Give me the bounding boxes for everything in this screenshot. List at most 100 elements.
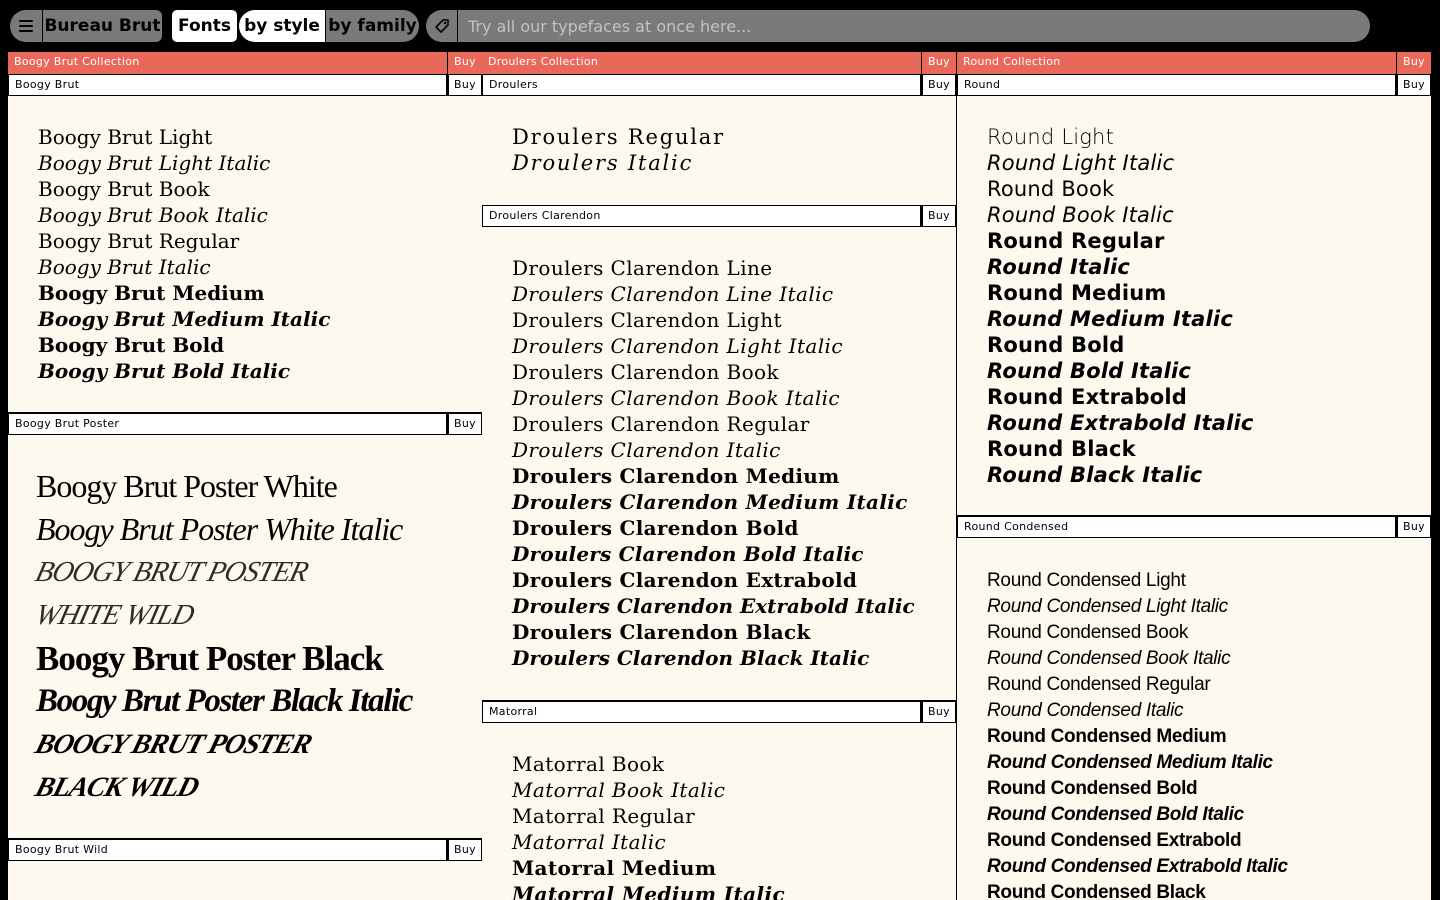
style-specimen[interactable]: Boogy Brut Regular	[38, 228, 482, 254]
brand-link[interactable]: Bureau Brut	[43, 10, 162, 42]
style-specimen[interactable]: Droulers Clarendon Black	[512, 619, 956, 645]
style-specimen[interactable]: Matorral Italic	[512, 829, 956, 855]
family-name[interactable]: Boogy Brut Wild	[8, 839, 447, 861]
style-specimen[interactable]: Round Medium	[987, 280, 1431, 306]
style-specimen[interactable]: Round Condensed Book Italic	[987, 646, 1431, 672]
style-specimen[interactable]: Boogy Brut Bold	[38, 332, 482, 358]
style-specimen[interactable]: Round Condensed Extrabold Italic	[987, 854, 1431, 880]
style-specimen[interactable]: Droulers Clarendon Book Italic	[512, 385, 956, 411]
style-specimen[interactable]: Matorral Regular	[512, 803, 956, 829]
style-specimen[interactable]: Boogy Brut Book	[38, 176, 482, 202]
style-specimen[interactable]: Droulers Clarendon Medium	[512, 463, 956, 489]
style-specimen[interactable]: Round Book	[987, 176, 1431, 202]
style-specimen[interactable]: Droulers Regular	[512, 124, 956, 150]
buy-collection-button[interactable]: Buy	[1397, 52, 1431, 74]
style-specimen[interactable]: Boogy Brut Poster Black	[36, 637, 482, 680]
style-specimen[interactable]: Boogy Brut Italic	[38, 254, 482, 280]
style-specimen[interactable]: Round Extrabold	[987, 384, 1431, 410]
style-specimen[interactable]: Droulers Clarendon Bold Italic	[512, 541, 956, 567]
buy-family-button[interactable]: Buy	[448, 839, 482, 861]
hamburger-icon	[19, 20, 33, 32]
style-specimen[interactable]: Droulers Clarendon Light Italic	[512, 333, 956, 359]
style-specimen[interactable]: Boogy Brut Light	[38, 124, 482, 150]
style-specimen[interactable]: Droulers Italic	[512, 150, 956, 176]
by-family-toggle[interactable]: by family	[326, 10, 419, 42]
style-specimen[interactable]: Round Bold Italic	[987, 358, 1431, 384]
style-specimen[interactable]: Boogy Brut Medium Italic	[38, 306, 482, 332]
style-specimen[interactable]: Round Book Italic	[987, 202, 1431, 228]
style-specimen[interactable]: Droulers Clarendon Regular	[512, 411, 956, 437]
style-specimen[interactable]: Droulers Clarendon Light	[512, 307, 956, 333]
style-specimen[interactable]: Round Black Italic	[987, 462, 1431, 488]
style-specimen[interactable]: Round Condensed Light Italic	[987, 594, 1431, 620]
style-specimen[interactable]: Round Condensed Book	[987, 620, 1431, 646]
style-specimen[interactable]: Droulers Clarendon Italic	[512, 437, 956, 463]
style-specimen[interactable]: Droulers Clarendon Extrabold Italic	[512, 593, 956, 619]
fonts-button[interactable]: Fonts	[172, 10, 237, 42]
collection-name[interactable]: Round Collection	[957, 52, 1396, 74]
style-specimen[interactable]: Round Condensed Bold	[987, 776, 1431, 802]
family-name[interactable]: Matorral	[482, 701, 921, 723]
style-specimen[interactable]: Round Light Italic	[987, 150, 1431, 176]
menu-button[interactable]	[10, 10, 42, 42]
style-specimen[interactable]: Droulers Clarendon Extrabold	[512, 567, 956, 593]
style-specimen[interactable]: Boogy Brut Medium	[38, 280, 482, 306]
style-specimen[interactable]: Round Condensed Medium	[987, 724, 1431, 750]
style-specimen[interactable]: Round Light	[987, 124, 1431, 150]
style-specimen[interactable]: Round Condensed Medium Italic	[987, 750, 1431, 776]
style-specimen[interactable]: BOOGY BRUT POSTER	[31, 551, 313, 594]
collection-name[interactable]: Boogy Brut Collection	[8, 52, 447, 74]
family-name[interactable]: Droulers Clarendon	[482, 205, 921, 227]
style-specimen[interactable]: Round Extrabold Italic	[987, 410, 1431, 436]
buy-collection-button[interactable]: Buy	[922, 52, 956, 74]
style-specimen[interactable]: Droulers Clarendon Black Italic	[512, 645, 956, 671]
column-droulers: Droulers Collection Buy Droulers Buy Dro…	[482, 52, 956, 900]
style-specimen[interactable]: Droulers Clarendon Line	[512, 255, 956, 281]
style-specimen[interactable]: Round Condensed Light	[987, 568, 1431, 594]
style-specimen[interactable]: Round Condensed Regular	[987, 672, 1431, 698]
style-specimen[interactable]: Boogy Brut Light Italic	[38, 150, 482, 176]
family-name[interactable]: Round	[957, 74, 1396, 96]
style-specimen[interactable]: Round Italic	[987, 254, 1431, 280]
family-name[interactable]: Boogy Brut	[8, 74, 447, 96]
style-specimen[interactable]: Round Condensed Bold Italic	[987, 802, 1431, 828]
family-name[interactable]: Droulers	[482, 74, 921, 96]
style-specimen[interactable]: Matorral Medium	[512, 855, 956, 881]
buy-family-button[interactable]: Buy	[922, 205, 956, 227]
style-specimen[interactable]: BOOGY BRUT POSTER	[30, 723, 317, 766]
buy-family-button[interactable]: Buy	[1397, 74, 1431, 96]
buy-family-button[interactable]: Buy	[922, 74, 956, 96]
style-specimen[interactable]: WHITE WILD	[31, 594, 198, 637]
style-specimen[interactable]: Round Regular	[987, 228, 1431, 254]
style-specimen[interactable]: Droulers Clarendon Book	[512, 359, 956, 385]
collection-name[interactable]: Droulers Collection	[482, 52, 921, 74]
buy-family-button[interactable]: Buy	[922, 701, 956, 723]
buy-family-button[interactable]: Buy	[448, 74, 482, 96]
style-specimen[interactable]: Matorral Book Italic	[512, 777, 956, 803]
style-specimen[interactable]: Boogy Brut Poster White	[36, 465, 482, 508]
style-specimen[interactable]: Round Black	[987, 436, 1431, 462]
family-name[interactable]: Round Condensed	[957, 516, 1396, 538]
style-specimen[interactable]: Round Condensed Extrabold	[987, 828, 1431, 854]
buy-family-button[interactable]: Buy	[1397, 516, 1431, 538]
style-specimen[interactable]: Matorral Book	[512, 751, 956, 777]
style-specimen[interactable]: Boogy Brut Poster Black Italic	[36, 680, 482, 723]
style-specimen[interactable]: Round Condensed Italic	[987, 698, 1431, 724]
style-specimen[interactable]: Boogy Brut Bold Italic	[38, 358, 482, 384]
style-specimen[interactable]: Matorral Medium Italic	[512, 881, 956, 900]
style-specimen[interactable]: BLACK WILD	[30, 766, 204, 809]
style-specimen[interactable]: Droulers Clarendon Bold	[512, 515, 956, 541]
by-style-toggle[interactable]: by style	[239, 10, 325, 42]
style-specimen[interactable]: Round Medium Italic	[987, 306, 1431, 332]
style-specimen[interactable]: Droulers Clarendon Line Italic	[512, 281, 956, 307]
tester-toggle-button[interactable]	[426, 10, 457, 42]
style-specimen[interactable]: Boogy Brut Book Italic	[38, 202, 482, 228]
style-specimen[interactable]: Boogy Brut Poster White Italic	[36, 508, 482, 551]
style-specimen[interactable]: Round Condensed Black	[987, 880, 1431, 900]
type-tester-input[interactable]	[458, 10, 1370, 42]
buy-family-button[interactable]: Buy	[448, 413, 482, 435]
buy-collection-button[interactable]: Buy	[448, 52, 482, 74]
family-name[interactable]: Boogy Brut Poster	[8, 413, 447, 435]
style-specimen[interactable]: Round Bold	[987, 332, 1431, 358]
style-specimen[interactable]: Droulers Clarendon Medium Italic	[512, 489, 956, 515]
